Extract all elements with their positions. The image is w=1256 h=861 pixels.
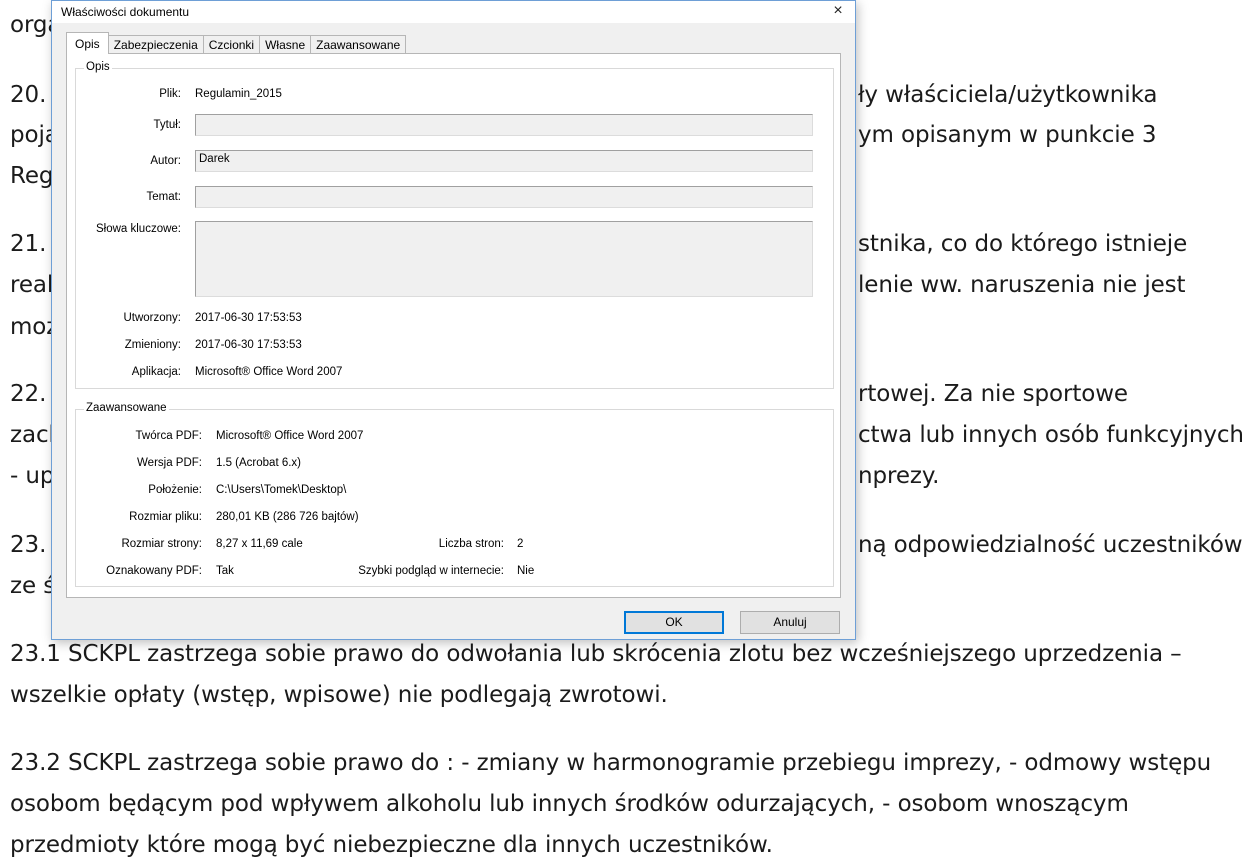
- page-count-value: 2: [517, 538, 524, 550]
- doc-line: 23.2 SCKPL zastrzega sobie prawo do : - …: [10, 750, 1212, 776]
- doc-line: 20.: [10, 82, 47, 108]
- group-title-opis: Opis: [84, 61, 112, 73]
- tab-zaawansowane[interactable]: Zaawansowane: [310, 35, 407, 54]
- title-field[interactable]: [195, 114, 813, 136]
- document-properties-dialog: Właściwości dokumentu × Opis Zabezpiecze…: [51, 0, 856, 640]
- group-opis: Opis Plik: Regulamin_2015 Tytuł: Autor: …: [75, 61, 834, 389]
- subject-field[interactable]: [195, 186, 813, 208]
- doc-line: lenie ww. naruszenia nie jest: [858, 272, 1186, 298]
- group-title-zaawansowane: Zaawansowane: [84, 402, 169, 414]
- modified-label: Zmieniony:: [124, 339, 181, 351]
- tab-wlasne[interactable]: Własne: [259, 35, 312, 54]
- page-size-value: 8,27 x 11,69 cale: [216, 538, 303, 550]
- doc-line: nprezy.: [858, 463, 940, 489]
- tagged-pdf-value: Tak: [216, 565, 234, 577]
- ok-button[interactable]: OK: [624, 611, 724, 634]
- doc-line: przedmioty które mogą być niebezpieczne …: [10, 832, 773, 858]
- doc-line: stnika, co do którego istnieje: [858, 231, 1188, 257]
- fast-web-view-value: Nie: [517, 565, 535, 577]
- tab-zabezpieczenia[interactable]: Zabezpieczenia: [107, 35, 204, 54]
- doc-line: 23.: [10, 532, 47, 558]
- created-value: 2017-06-30 17:53:53: [195, 312, 302, 324]
- tab-panel-opis: Opis Plik: Regulamin_2015 Tytuł: Autor: …: [66, 53, 841, 598]
- tab-czcionki[interactable]: Czcionki: [202, 35, 261, 54]
- tagged-pdf-label: Oznakowany PDF:: [106, 565, 202, 577]
- dialog-title: Właściwości dokumentu: [61, 5, 190, 19]
- doc-line: ze ś: [10, 573, 56, 599]
- file-value: Regulamin_2015: [195, 88, 282, 100]
- file-size-label: Rozmiar pliku:: [129, 511, 202, 523]
- doc-line: Reg: [10, 163, 54, 189]
- doc-line: osobom będącym pod wpływem alkoholu lub …: [10, 791, 1129, 817]
- tab-bar: Opis Zabezpieczenia Czcionki Własne Zaaw…: [66, 32, 407, 54]
- doc-line: 23.1 SCKPL zastrzega sobie prawo do odwo…: [10, 641, 1182, 667]
- location-label: Położenie:: [148, 484, 202, 496]
- file-size-value: 280,01 KB (286 726 bajtów): [216, 511, 359, 523]
- doc-line: real: [10, 272, 54, 298]
- doc-line: wszelkie opłaty (wstęp, wpisowe) nie pod…: [10, 682, 668, 708]
- doc-line: ctwa lub innych osób funkcyjnych: [858, 422, 1244, 448]
- modified-value: 2017-06-30 17:53:53: [195, 339, 302, 351]
- doc-line: 22.: [10, 381, 47, 407]
- doc-line: ym opisanym w punkcie 3: [858, 122, 1157, 148]
- doc-line: ną odpowiedzialność uczestników: [858, 532, 1243, 558]
- group-zaawansowane: Zaawansowane Twórca PDF: Microsoft® Offi…: [75, 402, 834, 587]
- tab-opis[interactable]: Opis: [66, 32, 109, 54]
- doc-line: - up: [10, 463, 55, 489]
- doc-line: 21.: [10, 231, 47, 257]
- close-icon[interactable]: ×: [829, 2, 847, 20]
- keywords-field[interactable]: [195, 221, 813, 297]
- location-value: C:\Users\Tomek\Desktop\: [216, 484, 347, 496]
- doc-line: rtowej. Za nie sportowe: [858, 381, 1128, 407]
- created-label: Utworzony:: [123, 312, 181, 324]
- page-size-label: Rozmiar strony:: [121, 538, 202, 550]
- subject-label: Temat:: [146, 191, 181, 203]
- application-value: Microsoft® Office Word 2007: [195, 366, 343, 378]
- author-field[interactable]: Darek: [195, 150, 813, 172]
- fast-web-view-label: Szybki podgląd w internecie:: [358, 565, 504, 577]
- file-label: Plik:: [159, 88, 181, 100]
- keywords-label: Słowa kluczowe:: [95, 223, 181, 235]
- title-label: Tytuł:: [153, 119, 181, 131]
- pdf-producer-value: Microsoft® Office Word 2007: [216, 430, 364, 442]
- author-label: Autor:: [150, 155, 181, 167]
- cancel-button[interactable]: Anuluj: [740, 611, 840, 634]
- application-label: Aplikacja:: [131, 366, 181, 378]
- doc-line: ły właściciela/użytkownika: [858, 82, 1158, 108]
- pdf-version-value: 1.5 (Acrobat 6.x): [216, 457, 302, 469]
- dialog-titlebar[interactable]: Właściwości dokumentu ×: [52, 1, 855, 23]
- pdf-producer-label: Twórca PDF:: [135, 430, 202, 442]
- page-count-label: Liczba stron:: [438, 538, 504, 550]
- pdf-version-label: Wersja PDF:: [137, 457, 202, 469]
